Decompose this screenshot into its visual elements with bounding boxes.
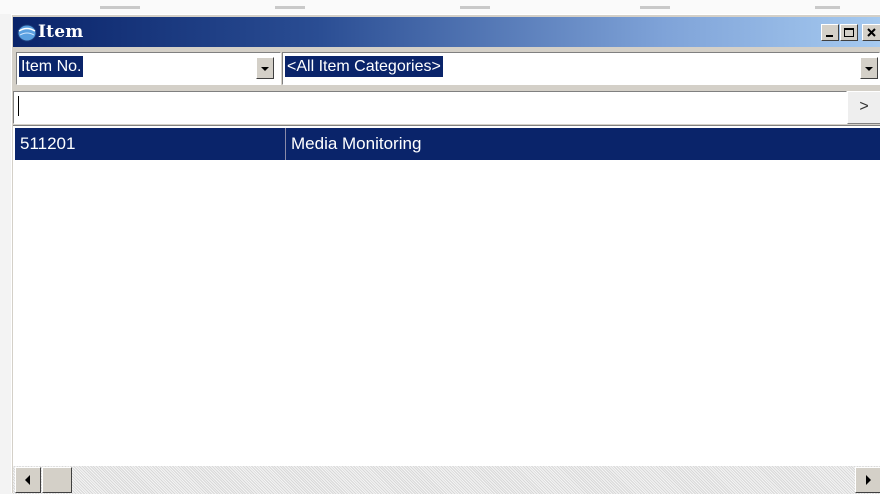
maximize-icon <box>844 28 854 37</box>
scroll-right-button[interactable] <box>855 467 880 493</box>
table-row[interactable]: 511201 Media Monitoring <box>15 128 880 160</box>
arrow-left-icon <box>25 475 30 485</box>
item-no-cell: 511201 <box>20 134 76 153</box>
item-window: Item Item No. <All Item Categories> > 51… <box>11 14 880 494</box>
horizontal-scrollbar[interactable] <box>13 466 880 494</box>
chevron-down-icon <box>865 67 873 71</box>
maximize-button[interactable] <box>840 24 858 41</box>
background-window-strip <box>0 0 880 14</box>
search-input[interactable] <box>13 91 847 124</box>
column-divider <box>285 128 286 160</box>
scroll-left-button[interactable] <box>15 467 41 493</box>
category-select[interactable]: <All Item Categories> <box>282 52 880 85</box>
scroll-thumb[interactable] <box>42 467 72 493</box>
close-button[interactable] <box>862 24 880 41</box>
chevron-down-icon <box>261 67 269 71</box>
sort-field-select[interactable]: Item No. <box>16 52 281 85</box>
globe-icon <box>17 24 37 42</box>
window-title: Item <box>38 22 84 42</box>
close-icon <box>867 28 876 37</box>
description-cell: Media Monitoring <box>291 134 422 153</box>
minimize-icon <box>826 35 833 37</box>
category-dropdown-button[interactable] <box>860 57 878 79</box>
minimize-button[interactable] <box>821 24 839 41</box>
category-value: <All Item Categories> <box>285 56 443 77</box>
item-list: 511201 Media Monitoring <box>13 125 880 466</box>
arrow-right-icon <box>866 475 871 485</box>
sort-field-dropdown-button[interactable] <box>256 57 274 79</box>
title-bar[interactable]: Item <box>13 17 880 47</box>
text-caret <box>18 96 19 116</box>
sort-field-value: Item No. <box>19 56 84 77</box>
search-go-button[interactable]: > <box>847 91 880 124</box>
